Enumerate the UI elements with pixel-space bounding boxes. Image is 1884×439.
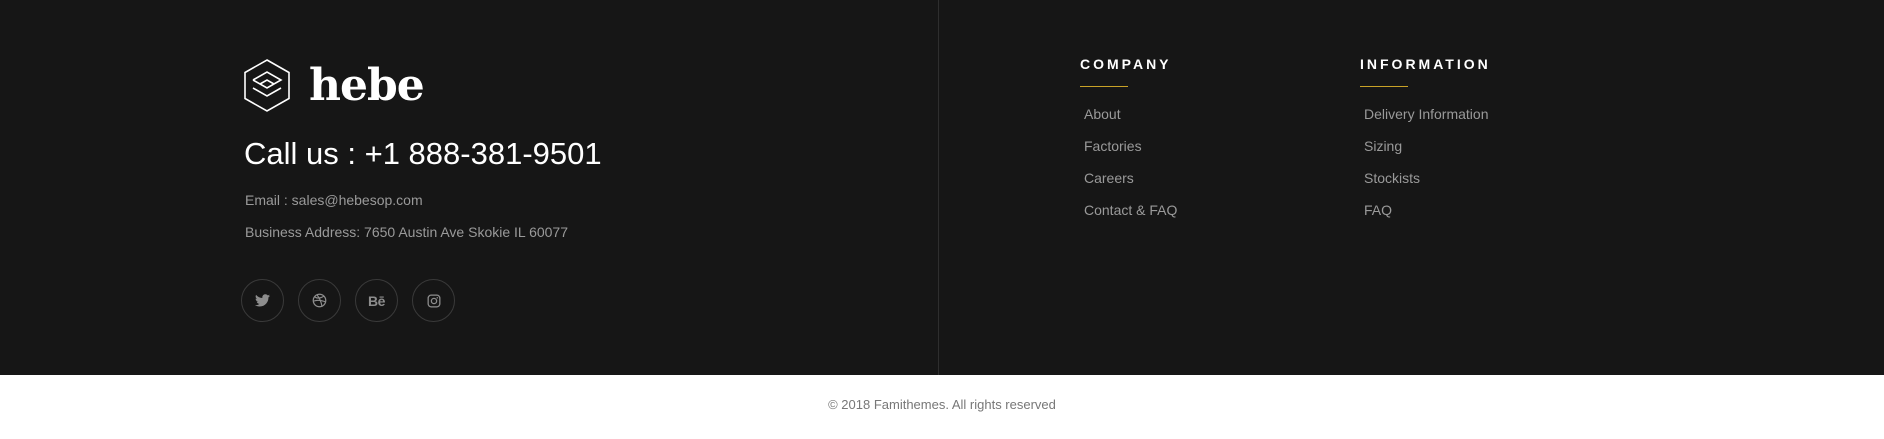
footer-link-stockists[interactable]: Stockists — [1364, 168, 1491, 200]
social-links: Bē — [241, 279, 455, 322]
instagram-icon — [427, 294, 440, 307]
contact-email[interactable]: Email : sales@hebesop.com — [245, 190, 423, 210]
footer-top: hebe Call us : +1 888-381-9501 Email : s… — [0, 0, 1884, 375]
company-heading: COMPANY — [1080, 56, 1172, 72]
dribbble-icon — [312, 293, 327, 308]
brand-logo[interactable]: hebe — [243, 58, 425, 113]
brand-name: hebe — [309, 59, 425, 111]
footer-link-contact-faq[interactable]: Contact & FAQ — [1084, 200, 1177, 232]
twitter-button[interactable] — [241, 279, 284, 322]
footer-link-factories[interactable]: Factories — [1084, 136, 1177, 168]
hexagon-logo-icon — [244, 59, 290, 112]
behance-button[interactable]: Bē — [355, 279, 398, 322]
company-heading-underline — [1080, 86, 1128, 87]
information-heading-underline — [1360, 86, 1408, 87]
instagram-button[interactable] — [412, 279, 455, 322]
company-links: About Factories Careers Contact & FAQ — [1084, 104, 1177, 232]
footer-link-about[interactable]: About — [1084, 104, 1177, 136]
twitter-icon — [255, 294, 270, 307]
column-divider — [938, 0, 939, 375]
call-us-phone[interactable]: Call us : +1 888-381-9501 — [244, 134, 602, 174]
footer-link-careers[interactable]: Careers — [1084, 168, 1177, 200]
footer-link-sizing[interactable]: Sizing — [1364, 136, 1491, 168]
company-column: COMPANY About Factories Careers Contact … — [1080, 55, 1177, 232]
dribbble-button[interactable] — [298, 279, 341, 322]
information-column: INFORMATION Delivery Information Sizing … — [1360, 55, 1491, 232]
copyright-text: © 2018 Famithemes. All rights reserved — [828, 397, 1056, 412]
behance-icon: Bē — [368, 292, 385, 309]
information-heading: INFORMATION — [1360, 56, 1491, 72]
footer-link-faq[interactable]: FAQ — [1364, 200, 1491, 232]
business-address: Business Address: 7650 Austin Ave Skokie… — [245, 224, 568, 240]
information-links: Delivery Information Sizing Stockists FA… — [1364, 104, 1491, 232]
footer-link-delivery-information[interactable]: Delivery Information — [1364, 104, 1491, 136]
